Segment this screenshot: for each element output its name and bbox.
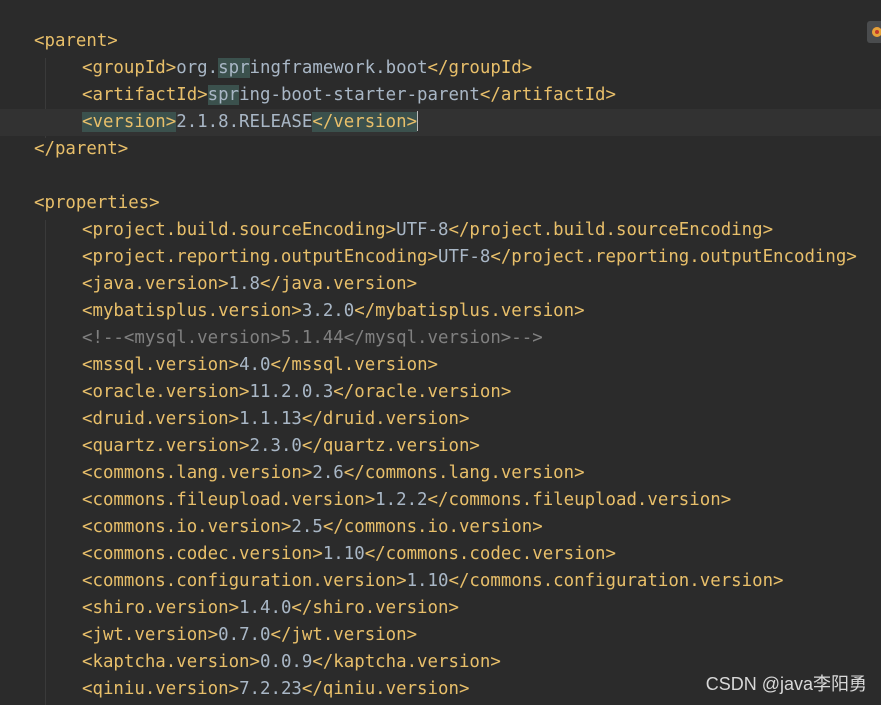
code-line[interactable]: <groupId>org.springframework.boot</group… xyxy=(0,55,881,82)
xml-tag: <jwt.version> xyxy=(82,625,219,645)
xml-tag: </mssql.version> xyxy=(270,355,439,375)
code-line[interactable]: <commons.lang.version>2.6</commons.lang.… xyxy=(0,460,881,487)
code-line[interactable]: <jwt.version>0.7.0</jwt.version> xyxy=(0,622,881,649)
xml-tag: </artifactId> xyxy=(479,85,616,105)
code-line[interactable]: <version>2.1.8.RELEASE</version> xyxy=(0,109,881,136)
xml-tag: </kaptcha.version> xyxy=(312,652,501,672)
code-text: 1.8 xyxy=(228,274,261,294)
xml-tag: </shiro.version> xyxy=(291,598,459,618)
code-text: 4.0 xyxy=(239,355,271,375)
xml-tag: <java.version> xyxy=(82,274,229,294)
xml-tag: <project.reporting.outputEncoding> xyxy=(82,247,438,267)
xml-tag: <commons.fileupload.version> xyxy=(82,490,376,510)
xml-tag: </version> xyxy=(312,112,418,132)
xml-tag: </commons.io.version> xyxy=(322,517,543,537)
xml-tag: <oracle.version> xyxy=(82,382,250,402)
xml-tag: </quartz.version> xyxy=(301,436,480,456)
code-text: 1.4.0 xyxy=(239,598,292,618)
code-line[interactable]: <commons.io.version>2.5</commons.io.vers… xyxy=(0,514,881,541)
code-text: 1.10 xyxy=(406,571,449,591)
watermark: CSDN @java李阳勇 xyxy=(705,674,867,694)
code-line[interactable]: <commons.configuration.version>1.10</com… xyxy=(0,568,881,595)
code-line[interactable]: <!--<mysql.version>5.1.44</mysql.version… xyxy=(0,325,881,352)
code-line[interactable]: <java.version>1.8</java.version> xyxy=(0,271,881,298)
xml-tag: <version> xyxy=(82,112,177,132)
xml-tag: </parent> xyxy=(34,139,129,159)
code-text: 7.2.23 xyxy=(239,679,302,699)
xml-tag: <commons.configuration.version> xyxy=(82,571,407,591)
code-comment: <!--<mysql.version>5.1.44</mysql.version… xyxy=(82,328,543,348)
xml-tag: </jwt.version> xyxy=(270,625,418,645)
code-text: 0.7.0 xyxy=(218,625,271,645)
code-text: org. xyxy=(176,58,219,78)
xml-tag: <groupId> xyxy=(82,58,177,78)
xml-tag: <mybatisplus.version> xyxy=(82,301,302,321)
xml-tag: <shiro.version> xyxy=(82,598,240,618)
xml-tag: <quartz.version> xyxy=(82,436,250,456)
code-text: UTF-8 xyxy=(437,247,491,267)
xml-tag: </oracle.version> xyxy=(333,382,512,402)
xml-tag: <kaptcha.version> xyxy=(82,652,260,672)
text-caret xyxy=(417,111,419,131)
code-line[interactable]: <druid.version>1.1.13</druid.version> xyxy=(0,406,881,433)
xml-tag: <project.build.sourceEncoding> xyxy=(82,220,397,240)
code-text: ing-boot-starter-parent xyxy=(239,85,480,105)
xml-tag: <qiniu.version> xyxy=(82,679,240,699)
code-line[interactable]: <parent> xyxy=(0,28,881,55)
code-line[interactable]: <mssql.version>4.0</mssql.version> xyxy=(0,352,881,379)
code-text: spr xyxy=(207,85,240,105)
code-text: 11.2.0.3 xyxy=(249,382,334,402)
code-line[interactable]: <oracle.version>11.2.0.3</oracle.version… xyxy=(0,379,881,406)
xml-tag: </project.reporting.outputEncoding> xyxy=(490,247,857,267)
code-text: 1.2.2 xyxy=(375,490,428,510)
xml-tag: <commons.io.version> xyxy=(82,517,292,537)
xml-tag: <properties> xyxy=(34,193,160,213)
code-text: 2.5 xyxy=(291,517,323,537)
code-line[interactable]: <artifactId>spring-boot-starter-parent</… xyxy=(0,82,881,109)
code-text: 1.1.13 xyxy=(239,409,302,429)
xml-tag: </commons.codec.version> xyxy=(364,544,616,564)
xml-tag: <mssql.version> xyxy=(82,355,240,375)
code-editor[interactable]: <parent> <groupId>org.springframework.boo… xyxy=(0,0,881,705)
xml-tag: </groupId> xyxy=(427,58,533,78)
code-line[interactable]: <project.build.sourceEncoding>UTF-8</pro… xyxy=(0,217,881,244)
xml-tag: </commons.fileupload.version> xyxy=(427,490,732,510)
xml-tag: </commons.lang.version> xyxy=(343,463,585,483)
xml-tag: <artifactId> xyxy=(82,85,208,105)
code-line[interactable] xyxy=(0,163,881,190)
xml-tag: </project.build.sourceEncoding> xyxy=(448,220,774,240)
code-text: 0.0.9 xyxy=(260,652,313,672)
xml-tag: </mybatisplus.version> xyxy=(354,301,585,321)
code-text: spr xyxy=(218,58,250,78)
code-text: 2.6 xyxy=(312,463,344,483)
code-line[interactable]: <commons.codec.version>1.10</commons.cod… xyxy=(0,541,881,568)
code-line[interactable]: <mybatisplus.version>3.2.0</mybatisplus.… xyxy=(0,298,881,325)
xml-tag: </druid.version> xyxy=(301,409,470,429)
xml-tag: </commons.configuration.version> xyxy=(448,571,784,591)
xml-tag: <druid.version> xyxy=(82,409,240,429)
xml-tag: <commons.lang.version> xyxy=(82,463,313,483)
xml-tag: </java.version> xyxy=(260,274,418,294)
code-line[interactable]: </parent> xyxy=(0,136,881,163)
code-line[interactable]: <commons.fileupload.version>1.2.2</commo… xyxy=(0,487,881,514)
xml-tag: </qiniu.version> xyxy=(301,679,470,699)
code-text: 3.2.0 xyxy=(301,301,355,321)
code-line[interactable]: <quartz.version>2.3.0</quartz.version> xyxy=(0,433,881,460)
code-line[interactable]: <project.reporting.outputEncoding>UTF-8<… xyxy=(0,244,881,271)
code-line[interactable]: <properties> xyxy=(0,190,881,217)
code-text: ingframework.boot xyxy=(249,58,428,78)
code-line[interactable]: <shiro.version>1.4.0</shiro.version> xyxy=(0,595,881,622)
code-text: 2.3.0 xyxy=(249,436,302,456)
browser-preview-icon[interactable] xyxy=(867,21,881,43)
xml-tag: <commons.codec.version> xyxy=(82,544,323,564)
code-text: UTF-8 xyxy=(396,220,449,240)
code-text: 1.10 xyxy=(322,544,365,564)
xml-tag: <parent> xyxy=(34,31,118,51)
code-text: 2.1.8.RELEASE xyxy=(176,112,313,132)
